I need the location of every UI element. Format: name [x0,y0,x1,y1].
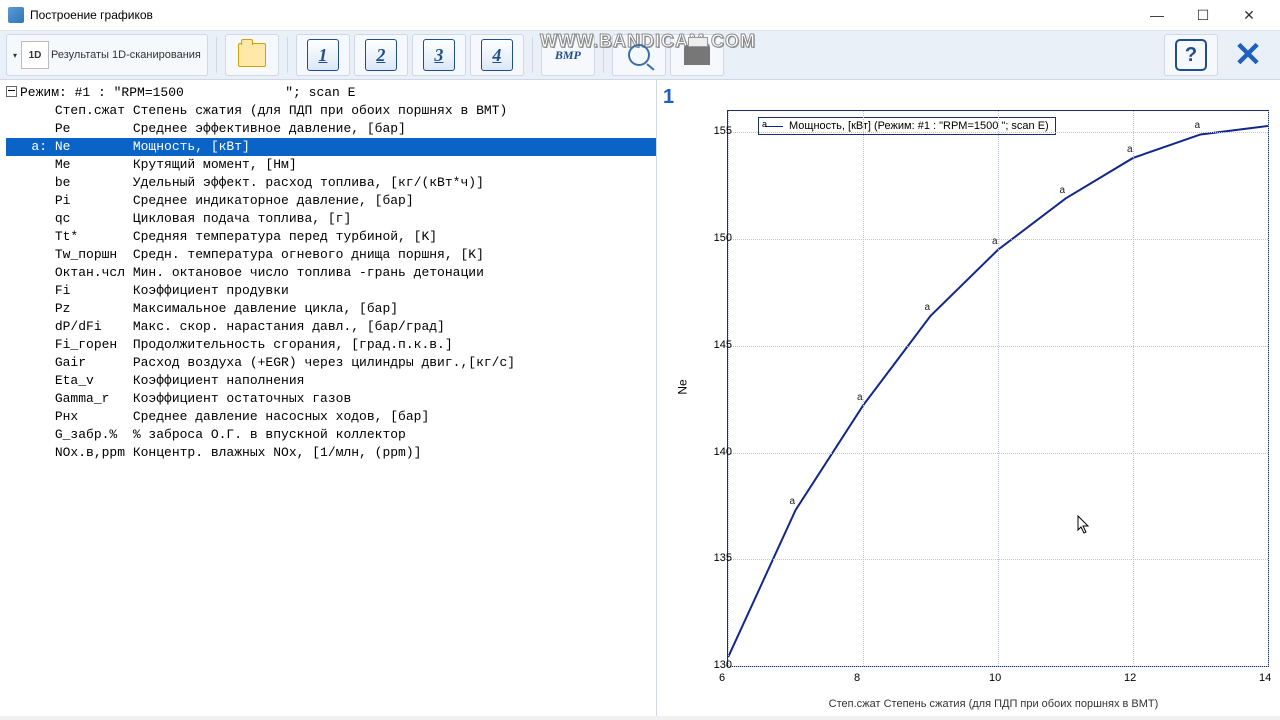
page-4-button[interactable]: 4 [470,34,524,76]
page-2-button[interactable]: 2 [354,34,408,76]
plot-area[interactable]: Мощность, [кВт] (Режим: #1 : "RPM=1500 "… [727,110,1269,667]
chart-panel: 1 Ne Мощность, [кВт] (Режим: #1 : "RPM=1… [657,80,1280,716]
tree-item-Tt[interactable]: Tt* Средняя температура перед турбиной, … [6,228,656,246]
chart-index: 1 [663,86,674,109]
data-point-label: a [857,392,863,403]
data-point-label: a [1195,120,1201,131]
tree-item-Pe[interactable]: Pe Среднее эффективное давление, [бар] [6,120,656,138]
tree-item-dPdFi[interactable]: dP/dFi Макс. скор. нарастания давл., [ба… [6,318,656,336]
print-button[interactable] [670,34,724,76]
close-x-icon: ✕ [1234,41,1263,69]
scan-results-dropdown[interactable]: ▾ 1D Результаты 1D-сканирования [6,34,208,76]
titlebar: Построение графиков — ☐ ✕ [0,0,1280,31]
tree-item-be[interactable]: be Удельный эффект. расход топлива, [кг/… [6,174,656,192]
y-tick: 130 [692,659,732,671]
printer-icon [684,45,710,65]
page-3-button[interactable]: 3 [412,34,466,76]
x-tick: 8 [854,672,860,684]
tree-item-Me[interactable]: Me Крутящий момент, [Нм] [6,156,656,174]
tree-item-Pz[interactable]: Pz Максимальное давление цикла, [бар] [6,300,656,318]
tree-item-[interactable]: Степ.сжат Степень сжатия (для ПДП при об… [6,102,656,120]
toolbar: WWW.BANDICAM.COM ▾ 1D Результаты 1D-скан… [0,31,1280,80]
y-axis-label: Ne [676,379,690,394]
scan-icon: 1D [21,41,49,69]
maximize-button[interactable]: ☐ [1180,1,1226,29]
tree-item-Fi_[interactable]: Fi_горен Продолжительность сгорания, [гр… [6,336,656,354]
y-tick: 135 [692,552,732,564]
x-tick: 10 [989,672,1001,684]
tree-item-P[interactable]: Pнх Среднее давление насосных ходов, [ба… [6,408,656,426]
folder-icon [238,43,266,67]
y-tick: 140 [692,446,732,458]
data-point-label: a [992,236,998,247]
data-point-label: a [1060,185,1066,196]
minimize-button[interactable]: — [1134,1,1180,29]
x-tick: 14 [1259,672,1271,684]
data-point-label: a [925,302,931,313]
close-button[interactable]: ✕ [1226,1,1272,29]
tree-root-node[interactable]: Режим: #1 : "RPM=1500 "; scan E [6,84,656,102]
bmp-export-button[interactable]: BMP [541,34,595,76]
y-tick: 150 [692,232,732,244]
tree-item-Pi[interactable]: Pi Среднее индикаторное давление, [бар] [6,192,656,210]
tree-item-Fi[interactable]: Fi Коэффициент продувки [6,282,656,300]
x-axis-label: Степ.сжат Степень сжатия (для ПДП при об… [727,698,1260,710]
tree-item-G_[interactable]: G_забр.% % заброса О.Г. в впускной колле… [6,426,656,444]
bmp-icon: BMP [555,48,581,63]
tree-item-Gair[interactable]: Gair Расход воздуха (+EGR) через цилиндр… [6,354,656,372]
tree-item-NOxppm[interactable]: NOx.в,ppm Концентр. влажных NOx, [1/млн,… [6,444,656,462]
app-icon [8,7,24,23]
open-button[interactable] [225,34,279,76]
tree-item-Gamma_r[interactable]: Gamma_r Коэффициент остаточных газов [6,390,656,408]
y-tick: 155 [692,125,732,137]
data-point-label: a [790,496,796,507]
help-button[interactable]: ? [1164,34,1218,76]
zoom-button[interactable] [612,34,666,76]
tree-item-[interactable]: Октан.чсл Мин. октановое число топлива -… [6,264,656,282]
tree-item-Tw_[interactable]: Tw_поршн Средн. температура огневого дни… [6,246,656,264]
collapse-icon[interactable] [6,86,17,97]
tree-item-Ne[interactable]: a: Ne Мощность, [кВт] [6,138,656,156]
window-title: Построение графиков [30,8,153,22]
tree-item-qc[interactable]: qc Цикловая подача топлива, [г] [6,210,656,228]
x-tick: 12 [1124,672,1136,684]
scan-results-label: Результаты 1D-сканирования [51,49,201,61]
help-icon: ? [1175,39,1207,71]
y-tick: 145 [692,339,732,351]
parameter-tree[interactable]: Режим: #1 : "RPM=1500 "; scan E Степ.сжа… [0,80,657,716]
data-point-label: a [1127,144,1133,155]
content-area: Режим: #1 : "RPM=1500 "; scan E Степ.сжа… [0,80,1280,716]
x-tick: 6 [719,672,725,684]
tree-item-Eta_v[interactable]: Eta_v Коэффициент наполнения [6,372,656,390]
close-panel-button[interactable]: ✕ [1222,35,1274,75]
page-1-button[interactable]: 1 [296,34,350,76]
magnifier-icon [628,44,650,66]
